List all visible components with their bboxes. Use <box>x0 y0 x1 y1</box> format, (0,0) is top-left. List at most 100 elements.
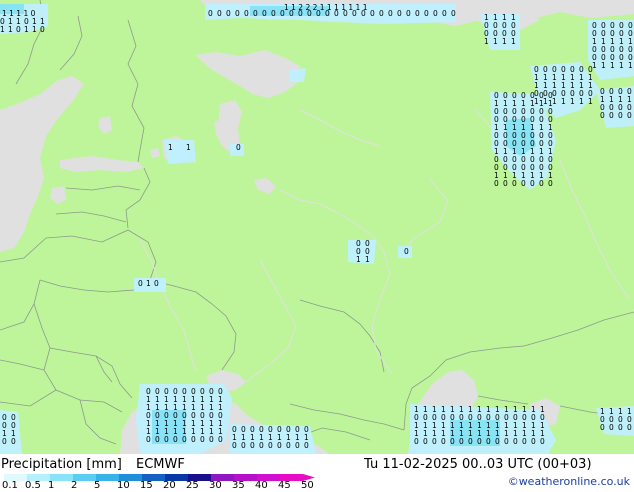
map-svg: 0 0 0 0 0 0 0 0 0 0 0 0 0 0 0 0 0 0 0 0 0 0 0 0 0 0 0 00 1 1 0 1 11 1 0 1 1 0… <box>0 0 634 454</box>
precip-value: 1 <box>493 37 498 46</box>
precip-value: 0 <box>138 279 143 288</box>
precip-value: 0 <box>209 435 214 444</box>
product-label: Precipitation [mm] <box>1 457 122 472</box>
precip-value: 0 <box>618 423 623 432</box>
precip-value: 0 <box>154 279 159 288</box>
precip-value: 0 <box>486 437 491 446</box>
legend-ticks: 0.1 0.5 1 2 5 10 15 20 25 30 35 40 45 50 <box>0 480 340 492</box>
legend-tick-label: 0.1 <box>2 480 18 491</box>
precip-value: 0 <box>539 179 544 188</box>
precip-value: 0 <box>414 437 419 446</box>
precip-value: 1 <box>561 97 566 106</box>
precip-value: 0 <box>548 179 553 188</box>
precip-value: 0 <box>200 435 205 444</box>
precip-value: 1 <box>32 25 37 34</box>
precip-value: 0 <box>415 9 420 18</box>
legend-tick-label: 25 <box>186 480 199 491</box>
precip-value: 1 <box>610 61 615 70</box>
precip-value: 1 <box>619 61 624 70</box>
precip-value: 0 <box>271 9 276 18</box>
precip-value: 0 <box>432 437 437 446</box>
precip-value: 0 <box>494 179 499 188</box>
legend-tick-label: 1 <box>48 480 55 491</box>
precip-value: 0 <box>433 9 438 18</box>
precip-value: 0 <box>459 437 464 446</box>
precip-value: 0 <box>600 423 605 432</box>
precip-value: 0 <box>379 9 384 18</box>
precip-value: 0 <box>277 441 282 450</box>
legend-tick-label: 50 <box>301 480 314 491</box>
precip-value: 0 <box>232 441 237 450</box>
precip-value: 0 <box>146 435 151 444</box>
precip-value: 0 <box>468 437 473 446</box>
precip-central <box>348 240 376 264</box>
precip-value: 0 <box>16 25 21 34</box>
precip-value: 1 <box>484 37 489 46</box>
precip-white-sea-east <box>290 68 306 82</box>
map-footer: Precipitation [mm] ECMWF Tu 11-02-2025 0… <box>0 454 634 492</box>
legend-tick-label: 40 <box>255 480 268 491</box>
precip-value: 0 <box>241 441 246 450</box>
precip-value: 0 <box>236 143 241 152</box>
precip-value: 1 <box>628 61 633 70</box>
precip-value: 0 <box>164 435 169 444</box>
precip-value: 0 <box>304 441 309 450</box>
precip-value: 1 <box>502 37 507 46</box>
legend-tick-label: 15 <box>140 480 153 491</box>
precip-value: 0 <box>522 437 527 446</box>
legend-tick-label: 10 <box>117 480 130 491</box>
legend-tick-label: 35 <box>232 480 245 491</box>
precip-value: 0 <box>423 437 428 446</box>
precip-value: 0 <box>424 9 429 18</box>
precip-value: 0 <box>182 435 187 444</box>
map-label-northwest-edge: 1 1 1 1 0 <box>2 9 36 18</box>
precipitation-map: 0000000000000000000000000000011011110110… <box>0 0 634 454</box>
precip-value: 0 <box>531 437 536 446</box>
precip-value: 0 <box>441 437 446 446</box>
precip-value: 1 <box>8 25 13 34</box>
precip-value: 0 <box>295 441 300 450</box>
precip-value: 0 <box>512 179 517 188</box>
legend-tick-label: 30 <box>209 480 222 491</box>
precip-value: 0 <box>2 437 7 446</box>
precip-value: 0 <box>503 179 508 188</box>
precip-value: 0 <box>286 441 291 450</box>
precip-value: 0 <box>370 9 375 18</box>
credit-link[interactable]: ©weatheronline.co.uk <box>508 475 630 488</box>
precip-value: 0 <box>540 437 545 446</box>
precip-value: 0 <box>250 441 255 450</box>
precip-value: 0 <box>513 437 518 446</box>
precip-value: 0 <box>155 435 160 444</box>
legend-tick-label: 0.5 <box>25 480 41 491</box>
legend-tick-label: 2 <box>71 480 78 491</box>
precip-value: 0 <box>442 9 447 18</box>
legend-tick-label: 5 <box>94 480 101 491</box>
precip-value: 1 <box>356 255 361 264</box>
precip-value: 0 <box>11 437 16 446</box>
precip-value: 1 <box>186 143 191 152</box>
precip-value: 0 <box>600 111 605 120</box>
valid-time-label: Tu 11-02-2025 00..03 UTC (00+03) <box>364 457 592 472</box>
precip-value: 0 <box>495 437 500 446</box>
precip-value: 0 <box>226 9 231 18</box>
precip-value: 0 <box>530 179 535 188</box>
precip-value: 1 <box>570 97 575 106</box>
legend-tick-label: 45 <box>278 480 291 491</box>
precip-value: 0 <box>406 9 411 18</box>
precip-value: 1 <box>579 97 584 106</box>
precip-value: 1 <box>588 97 593 106</box>
precip-caspian-core <box>450 420 500 446</box>
map-label-north-edge: 1 1 2 2 2 1 1 1 1 1 1 1 <box>284 3 368 12</box>
precip-value: 0 <box>477 437 482 446</box>
precip-value: 0 <box>173 435 178 444</box>
precip-value: 0 <box>450 437 455 446</box>
precip-value: 0 <box>504 437 509 446</box>
precip-value: 1 <box>24 25 29 34</box>
precip-value: 0 <box>609 111 614 120</box>
precip-value: 0 <box>451 9 456 18</box>
precip-value: 0 <box>208 9 213 18</box>
legend-tick-label: 20 <box>163 480 176 491</box>
precip-value: 0 <box>404 247 409 256</box>
precip-value: 0 <box>217 9 222 18</box>
precip-value: 1 <box>0 25 5 34</box>
